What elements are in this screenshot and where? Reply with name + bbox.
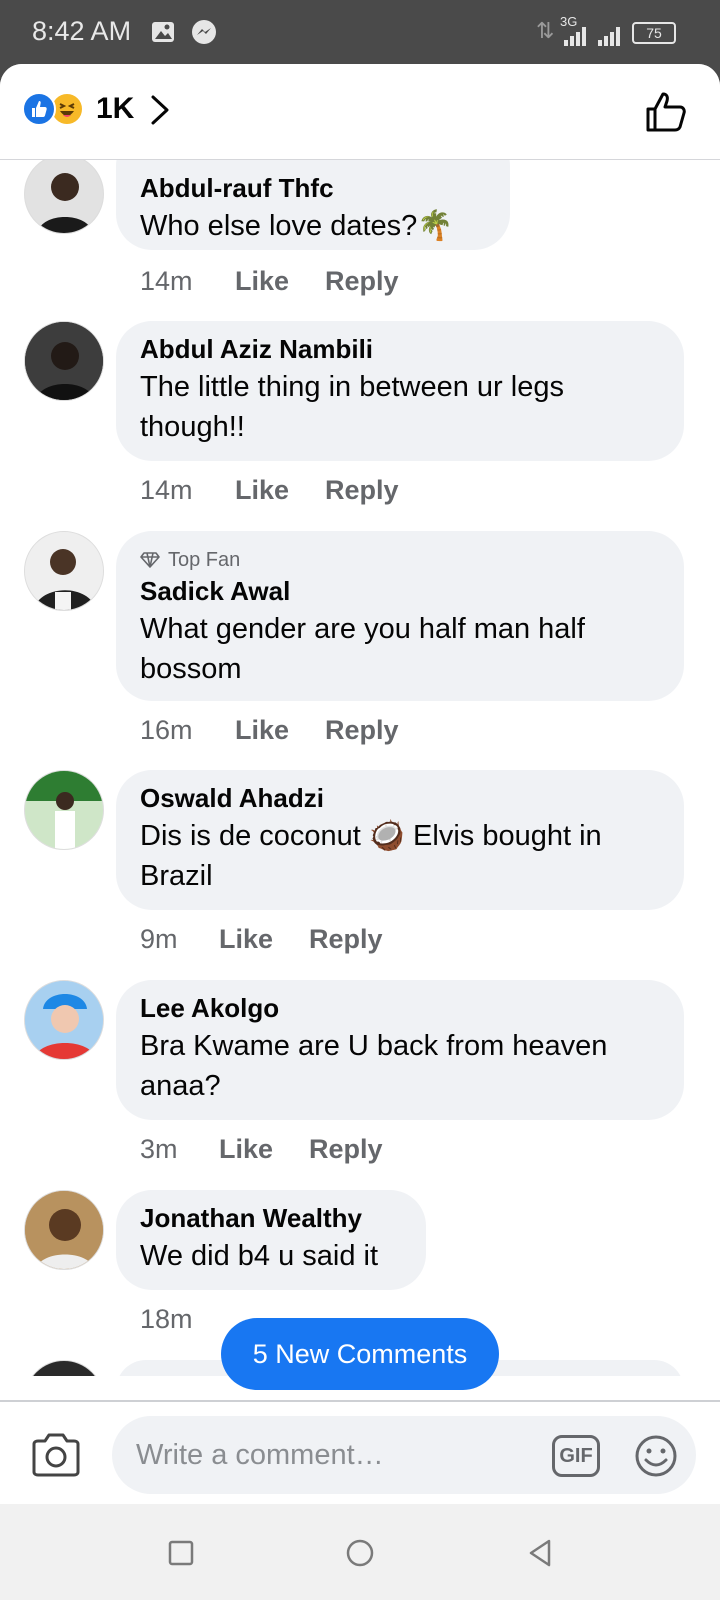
comment-text-line: Brazil: [140, 860, 213, 892]
home-icon[interactable]: [345, 1538, 375, 1568]
top-fan-label: Top Fan: [168, 548, 241, 571]
status-bar: 8:42 AM ⇅ 3G 75: [0, 0, 720, 68]
like-button[interactable]: Like: [235, 475, 325, 506]
comment-actions: 3m Like Reply: [140, 1134, 383, 1165]
comment-actions: 16m Like Reply: [140, 715, 399, 746]
signal-1-icon: [564, 27, 586, 46]
gif-button[interactable]: GIF: [552, 1435, 600, 1477]
comment-text-line: What gender are you half man half: [140, 613, 585, 645]
chevron-right-icon[interactable]: [148, 92, 172, 128]
reaction-count[interactable]: 1K: [96, 92, 134, 126]
system-nav-bar: [0, 1504, 720, 1600]
like-button[interactable]: Like: [235, 715, 325, 746]
comment-bubble[interactable]: Abdul-rauf Thfc Who else love dates?🌴: [116, 160, 510, 250]
comment-author[interactable]: Abdul-rauf Thfc: [140, 170, 486, 206]
comment-text-line: anaa?: [140, 1070, 221, 1102]
comment-author[interactable]: Lee Akolgo: [140, 990, 660, 1026]
comment-text-line: Dis is de coconut 🥥 Elvis bought in: [140, 820, 602, 852]
comment-time: 14m: [140, 475, 193, 505]
comment-actions: 14m Like Reply: [140, 266, 399, 297]
emoji-icon[interactable]: [634, 1434, 678, 1478]
camera-icon[interactable]: [30, 1432, 82, 1478]
back-icon[interactable]: [525, 1538, 555, 1568]
avatar[interactable]: [24, 770, 104, 850]
comment-time: 16m: [140, 715, 193, 745]
comment-bubble[interactable]: Abdul Aziz Nambili The little thing in b…: [116, 321, 684, 461]
recents-icon[interactable]: [166, 1538, 196, 1568]
avatar[interactable]: [24, 1360, 104, 1376]
gallery-notification-icon: [152, 22, 174, 42]
comment-author[interactable]: Sadick Awal: [140, 573, 660, 609]
comment-author[interactable]: Abdul Aziz Nambili: [140, 331, 660, 367]
comment-author[interactable]: Jonathan Wealthy: [140, 1200, 402, 1236]
avatar[interactable]: [24, 1190, 104, 1270]
comments-list[interactable]: Abdul-rauf Thfc Who else love dates?🌴 14…: [0, 160, 720, 1376]
sheet-header: 1K: [0, 64, 720, 160]
reactions-summary[interactable]: [22, 92, 88, 126]
reply-button[interactable]: Reply: [309, 1134, 383, 1165]
comments-sheet: 1K Abdul-rauf Thfc Who else love dates?🌴…: [0, 64, 720, 1504]
comment-text: Who else love dates?🌴: [140, 210, 454, 242]
comment-author[interactable]: Oswald Ahadzi: [140, 780, 660, 816]
comment-input[interactable]: [112, 1416, 696, 1494]
new-comments-button[interactable]: 5 New Comments: [221, 1318, 499, 1390]
comment-time: 14m: [140, 266, 193, 296]
like-outline-icon[interactable]: [644, 90, 688, 134]
data-arrows-icon: ⇅: [536, 18, 555, 43]
top-fan-badge: Top Fan: [140, 547, 660, 573]
like-button[interactable]: Like: [219, 1134, 309, 1165]
avatar[interactable]: [24, 321, 104, 401]
comment-actions: 9m Like Reply: [140, 924, 383, 955]
comment-bubble[interactable]: Lee Akolgo Bra Kwame are U back from hea…: [116, 980, 684, 1120]
comment-bubble[interactable]: Oswald Ahadzi Dis is de coconut 🥥 Elvis …: [116, 770, 684, 910]
reply-button[interactable]: Reply: [325, 266, 399, 297]
battery-icon: 75: [632, 22, 676, 44]
avatar[interactable]: [24, 980, 104, 1060]
like-button[interactable]: Like: [219, 924, 309, 955]
avatar[interactable]: [24, 160, 104, 234]
comment-actions: 18m: [140, 1304, 219, 1335]
comment-text-line: though!!: [140, 411, 245, 443]
status-time: 8:42 AM: [32, 16, 132, 46]
comment-actions: 14m Like Reply: [140, 475, 399, 506]
comment-time: 18m: [140, 1304, 193, 1334]
battery-level: 75: [646, 25, 662, 41]
comment-time: 9m: [140, 924, 178, 954]
comment-text-line: The little thing in between ur legs: [140, 371, 564, 403]
comment-time: 3m: [140, 1134, 178, 1164]
reply-button[interactable]: Reply: [325, 715, 399, 746]
comment-text: We did b4 u said it: [140, 1240, 379, 1272]
reply-button[interactable]: Reply: [325, 475, 399, 506]
diamond-icon: [140, 552, 160, 568]
like-icon: [22, 92, 56, 126]
comment-bubble[interactable]: Jonathan Wealthy We did b4 u said it: [116, 1190, 426, 1290]
comment-composer: GIF: [0, 1400, 720, 1504]
avatar[interactable]: [24, 531, 104, 611]
reply-button[interactable]: Reply: [309, 924, 383, 955]
comment-bubble[interactable]: Top Fan Sadick Awal What gender are you …: [116, 531, 684, 701]
comment-text-line: bossom: [140, 653, 242, 685]
comment-text-line: Bra Kwame are U back from heaven: [140, 1030, 608, 1062]
signal-2-icon: [598, 27, 620, 46]
messenger-notification-icon: [192, 20, 216, 44]
like-button[interactable]: Like: [235, 266, 325, 297]
